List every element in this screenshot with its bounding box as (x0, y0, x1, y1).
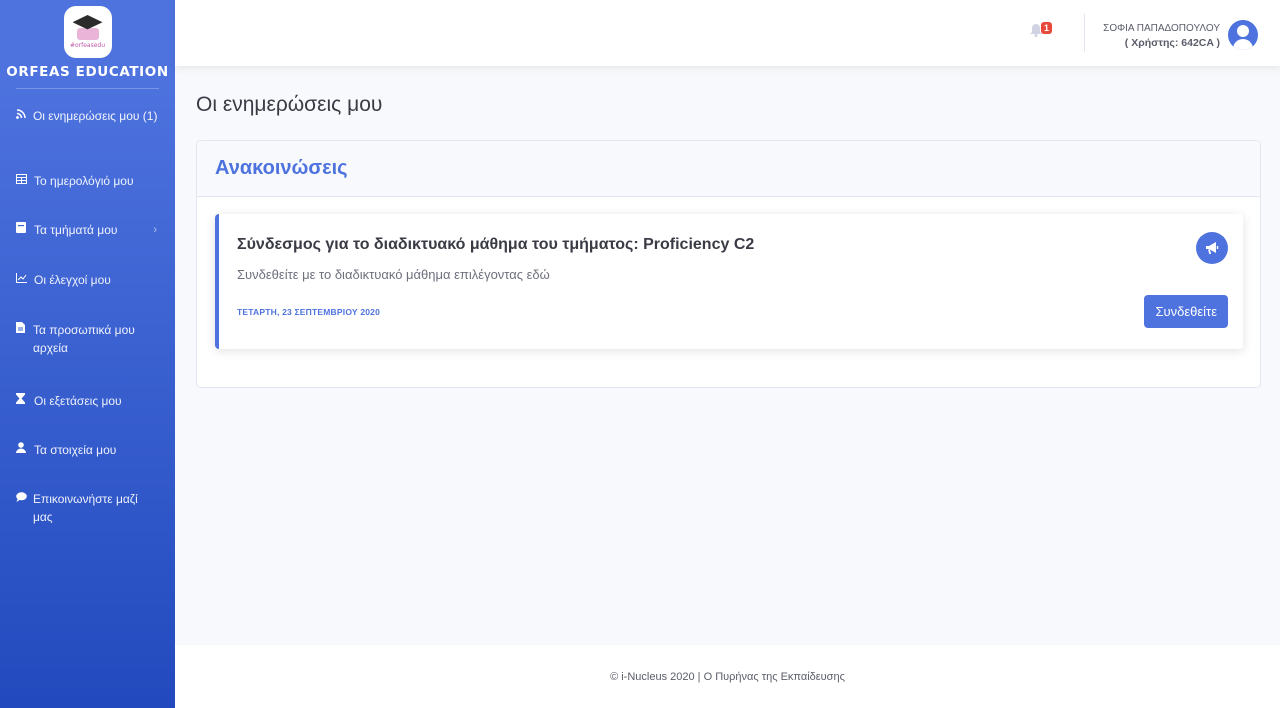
sidebar-item-classes[interactable]: Τα τμήματά μου › (0, 221, 175, 239)
logo-text: #orfeasedu (69, 42, 106, 49)
brand[interactable]: #orfeasedu ORFEAS EDUCATION (0, 0, 175, 88)
page-title: Οι ενημερώσεις μου (196, 93, 383, 116)
sidebar-item-label: Τα τμήματά μου (34, 223, 118, 237)
announcements-card: Ανακοινώσεις Σύνδεσμος για το διαδικτυακ… (196, 140, 1261, 388)
sidebar-item-contact[interactable]: Επικοινωνήστε μαζί μας (0, 490, 175, 526)
user-icon (16, 441, 32, 459)
topbar: 1 ΣΟΦΙΑ ΠΑΠΑΔΟΠΟΥΛΟΥ ( Χρήστης: 642CA ) (175, 0, 1280, 66)
logo: #orfeasedu (63, 6, 112, 58)
card-header: Ανακοινώσεις (197, 141, 1260, 197)
announcement-subtitle: Συνδεθείτε με το διαδικτυακό μάθημα επιλ… (237, 267, 550, 282)
connect-button[interactable]: Συνδεθείτε (1144, 295, 1228, 328)
avatar[interactable] (1228, 20, 1258, 50)
file-icon (16, 321, 31, 339)
sidebar-item-label: Επικοινωνήστε μαζί μας (32, 492, 138, 524)
sidebar-item-label: Το ημερολόγιό μου (34, 174, 134, 188)
footer: © i-Nucleus 2020 | Ο Πυρήνας της Εκπαίδε… (175, 645, 1280, 708)
sidebar-item-exams[interactable]: Οι εξετάσεις μου (0, 392, 175, 410)
book-icon (16, 221, 32, 239)
sidebar-item-label: Οι ενημερώσεις μου (1) (32, 109, 158, 123)
sidebar-item-profile[interactable]: Τα στοιχεία μου (0, 441, 175, 459)
user-circle-icon (1237, 25, 1249, 37)
sidebar-item-label: Οι εξετάσεις μου (34, 394, 122, 408)
sidebar-divider (16, 88, 159, 89)
sidebar: #orfeasedu ORFEAS EDUCATION Οι ενημερώσε… (0, 0, 175, 708)
sidebar-item-calendar[interactable]: Το ημερολόγιό μου (0, 172, 175, 190)
sidebar-item-tests[interactable]: Οι έλεγχοί μου (0, 271, 175, 289)
rss-icon (16, 107, 31, 125)
sidebar-item-updates[interactable]: Οι ενημερώσεις μου (1) (0, 107, 175, 125)
chart-line-icon (16, 271, 32, 289)
brand-name: ORFEAS EDUCATION (6, 64, 169, 80)
announcement-date: ΤΕΤΑΡΤΗ, 23 ΣΕΠΤΕΜΒΡΙΟΥ 2020 (237, 307, 381, 317)
hourglass-icon (16, 392, 32, 410)
sidebar-item-files[interactable]: Τα προσωπικά μου αρχεία (0, 321, 175, 357)
sidebar-item-label: Τα στοιχεία μου (34, 443, 117, 457)
bullhorn-icon (1196, 232, 1228, 264)
calendar-icon (16, 172, 32, 190)
comment-icon (16, 490, 31, 508)
user-id: ( Χρήστης: 642CA ) (1124, 37, 1220, 49)
announcement-title: Σύνδεσμος για το διαδικτυακό μάθημα του … (237, 236, 755, 253)
topbar-divider (1084, 14, 1085, 52)
card-title: Ανακοινώσεις (215, 157, 348, 179)
chevron-right-icon: › (153, 224, 157, 236)
user-name: ΣΟΦΙΑ ΠΑΠΑΔΟΠΟΥΛΟΥ (1103, 23, 1220, 34)
logo-base (76, 28, 99, 40)
announcement-item: Σύνδεσμος για το διαδικτυακό μάθημα του … (215, 214, 1243, 349)
user-info[interactable]: ΣΟΦΙΑ ΠΑΠΑΔΟΠΟΥΛΟΥ ( Χρήστης: 642CA ) (1103, 22, 1220, 50)
footer-text: © i-Nucleus 2020 | Ο Πυρήνας της Εκπαίδε… (610, 670, 845, 683)
notification-badge: 1 (1040, 22, 1052, 34)
sidebar-item-label: Τα προσωπικά μου αρχεία (32, 323, 135, 355)
avatar-body (1233, 39, 1253, 50)
sidebar-item-label: Οι έλεγχοί μου (34, 273, 111, 287)
